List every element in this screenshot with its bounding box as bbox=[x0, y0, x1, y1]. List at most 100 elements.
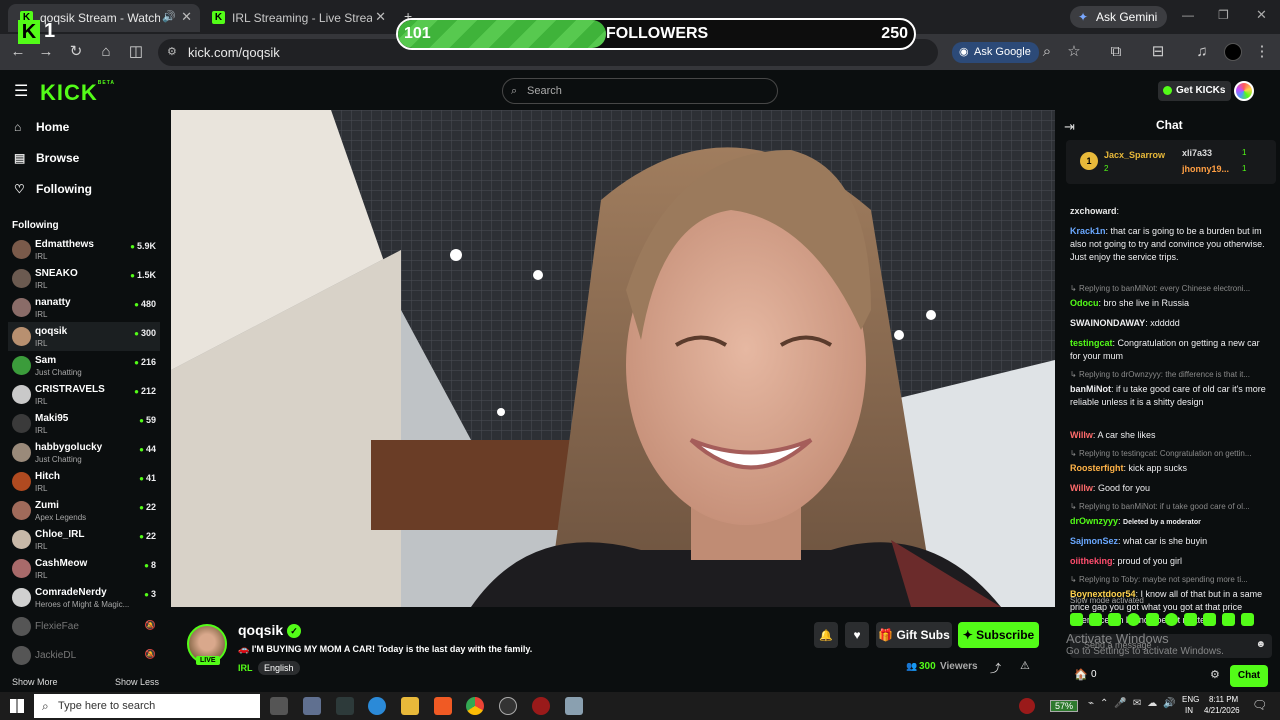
chat-message[interactable]: Willw: A car she likes bbox=[1070, 429, 1270, 442]
obs-icon[interactable] bbox=[499, 697, 517, 715]
notification-center-icon[interactable]: 🗨 bbox=[1252, 698, 1267, 712]
sidebar-item-browse[interactable]: ▤ Browse bbox=[14, 151, 79, 165]
chat-username[interactable]: SWAINONDAWAY bbox=[1070, 318, 1145, 328]
chat-username[interactable]: Willw bbox=[1070, 430, 1093, 440]
following-channel-flexiefae[interactable]: FlexieFae 🔕 bbox=[8, 612, 160, 641]
chat-message[interactable]: Roosterfight: kick app sucks bbox=[1070, 462, 1270, 475]
chat-message[interactable]: testingcat: Congratulation on getting a … bbox=[1070, 337, 1270, 363]
battery-indicator[interactable]: 57% bbox=[1050, 700, 1079, 712]
leaderboard-name[interactable]: Jacx_Sparrow bbox=[1104, 150, 1165, 160]
chat-message[interactable]: SajmonSez: what car is she buyin bbox=[1070, 535, 1270, 548]
reload-icon[interactable]: ↻ bbox=[66, 42, 86, 62]
chat-message[interactable]: oiitheking: proud of you girl bbox=[1070, 555, 1270, 568]
category-link[interactable]: IRL bbox=[238, 663, 253, 673]
home-browser-icon[interactable]: ⌂ bbox=[96, 42, 116, 62]
leaderboard-name[interactable]: jhonny19... bbox=[1182, 164, 1229, 174]
app-red-icon[interactable] bbox=[532, 697, 550, 715]
kicks-icon[interactable]: 🏠 bbox=[1074, 668, 1088, 681]
site-settings-icon[interactable]: ⚙ bbox=[167, 39, 177, 66]
show-more-button[interactable]: Show More bbox=[12, 677, 58, 687]
split-view-icon[interactable]: ◫ bbox=[126, 42, 146, 62]
following-channel-sneako[interactable]: SNEAKO IRL 1.5K bbox=[8, 264, 160, 293]
emote-icon[interactable] bbox=[1108, 613, 1121, 626]
task-view-icon[interactable] bbox=[270, 697, 288, 715]
notifications-button[interactable]: 🔔 bbox=[814, 622, 838, 648]
emote-icon[interactable] bbox=[1089, 613, 1102, 626]
chat-message[interactable]: Krack1n: that car is going to be a burde… bbox=[1070, 225, 1270, 264]
chat-message[interactable]: drOwnzyyy: Deleted by a moderator bbox=[1070, 515, 1270, 529]
profile-avatar[interactable] bbox=[1224, 43, 1242, 61]
language-tag[interactable]: English bbox=[258, 661, 300, 675]
clock-time[interactable]: 8:11 PM bbox=[1209, 695, 1238, 704]
chat-username[interactable]: Odocu bbox=[1070, 298, 1099, 308]
following-channel-edmatthews[interactable]: Edmatthews IRL 5.9K bbox=[8, 235, 160, 264]
file-explorer-icon[interactable] bbox=[401, 697, 419, 715]
share-icon[interactable]: ⤴ bbox=[990, 660, 1001, 676]
search-input[interactable]: ⌕ Search bbox=[502, 78, 778, 104]
chat-send-button[interactable]: Chat bbox=[1230, 665, 1268, 687]
notifications-off-icon[interactable]: 🔕 bbox=[145, 620, 156, 631]
collapse-chat-icon[interactable]: ⇥ bbox=[1064, 119, 1075, 135]
taskbar-search-input[interactable]: ⌕ Type here to search bbox=[34, 694, 260, 718]
emote-icon[interactable] bbox=[1146, 613, 1159, 626]
chat-message[interactable]: Willw: Good for you bbox=[1070, 482, 1270, 495]
app-gray-icon[interactable] bbox=[565, 697, 583, 715]
bookmark-star-icon[interactable]: ☆ bbox=[1064, 42, 1084, 62]
tab-search-icon[interactable]: ⊟ bbox=[1148, 42, 1168, 62]
restore-icon[interactable]: ❐ bbox=[1218, 8, 1229, 22]
following-channel-hitch[interactable]: Hitch IRL 41 bbox=[8, 467, 160, 496]
leaderboard-name[interactable]: xli7a33 bbox=[1182, 148, 1212, 158]
close-tab-icon[interactable]: ✕ bbox=[375, 9, 386, 25]
subscribe-button[interactable]: ✦ Subscribe bbox=[958, 622, 1039, 648]
get-kicks-button[interactable]: Get KICKs bbox=[1158, 81, 1232, 101]
brave-icon[interactable] bbox=[434, 697, 452, 715]
chat-username[interactable]: Roosterfight bbox=[1070, 463, 1124, 473]
sidebar-item-following[interactable]: ♡ Following bbox=[14, 182, 92, 196]
tray-icons[interactable]: ⌁⌃🎤✉☁🔊 bbox=[1088, 698, 1182, 709]
user-avatar[interactable] bbox=[1234, 81, 1254, 101]
chat-settings-icon[interactable]: ⚙ bbox=[1210, 668, 1220, 681]
chat-message[interactable]: Odocu: bro she live in Russia bbox=[1070, 297, 1270, 310]
edge-icon[interactable] bbox=[368, 697, 386, 715]
following-channel-habbygolucky[interactable]: habbygolucky Just Chatting 44 bbox=[8, 438, 160, 467]
emoji-picker-icon[interactable]: ☻ bbox=[1255, 639, 1266, 650]
extensions-icon[interactable]: ⧉ bbox=[1106, 42, 1126, 62]
channel-name[interactable]: qoqsik bbox=[238, 622, 283, 638]
clock-date[interactable]: 4/21/2026 bbox=[1204, 706, 1240, 715]
chat-username[interactable]: Krack1n bbox=[1070, 226, 1106, 236]
chat-username[interactable]: banMiNot bbox=[1070, 384, 1111, 394]
emote-icon[interactable] bbox=[1165, 613, 1178, 626]
sidebar-item-home[interactable]: ⌂ Home bbox=[14, 120, 69, 134]
chat-username[interactable]: testingcat bbox=[1070, 338, 1113, 348]
following-channel-chloe_irl[interactable]: Chloe_IRL IRL 22 bbox=[8, 525, 160, 554]
ask-gemini-button[interactable]: ✦ Ask Gemini bbox=[1070, 6, 1168, 28]
video-player[interactable] bbox=[171, 110, 1055, 607]
follow-heart-button[interactable]: ♥ bbox=[845, 622, 869, 648]
following-channel-nanatty[interactable]: nanatty IRL 480 bbox=[8, 293, 160, 322]
emote-icon[interactable] bbox=[1241, 613, 1254, 626]
kick-logo[interactable]: KICKBETA bbox=[40, 80, 115, 106]
show-less-button[interactable]: Show Less bbox=[115, 677, 159, 687]
following-channel-qoqsik[interactable]: qoqsik IRL 300 bbox=[8, 322, 160, 351]
minimize-icon[interactable]: — bbox=[1182, 8, 1194, 22]
chat-message[interactable]: SWAINONDAWAY: xddddd bbox=[1070, 317, 1270, 330]
windows-start-icon[interactable] bbox=[10, 699, 24, 713]
following-channel-sam[interactable]: Sam Just Chatting 216 bbox=[8, 351, 160, 380]
zoom-icon[interactable]: ⌕ bbox=[1037, 42, 1057, 62]
emote-icon[interactable] bbox=[1184, 613, 1197, 626]
chat-username[interactable]: Willw bbox=[1070, 483, 1093, 493]
chat-username[interactable]: oiitheking bbox=[1070, 556, 1113, 566]
emote-icon[interactable] bbox=[1222, 613, 1235, 626]
chat-message[interactable]: banMiNot: if u take good care of old car… bbox=[1070, 383, 1270, 409]
terminal-icon[interactable] bbox=[336, 697, 354, 715]
emote-icon[interactable] bbox=[1070, 613, 1083, 626]
chrome-icon[interactable] bbox=[466, 697, 484, 715]
hamburger-menu-icon[interactable]: ☰ bbox=[14, 81, 28, 101]
media-icon[interactable]: ♫ bbox=[1192, 42, 1212, 62]
language-indicator-top[interactable]: ENG bbox=[1182, 695, 1199, 704]
following-channel-maki95[interactable]: Maki95 IRL 59 bbox=[8, 409, 160, 438]
chat-message[interactable]: zxchoward: bbox=[1070, 205, 1270, 218]
gift-subs-button[interactable]: 🎁 Gift Subs bbox=[876, 622, 952, 648]
menu-kebab-icon[interactable]: ⋮ bbox=[1252, 42, 1272, 62]
calculator-icon[interactable] bbox=[303, 697, 321, 715]
